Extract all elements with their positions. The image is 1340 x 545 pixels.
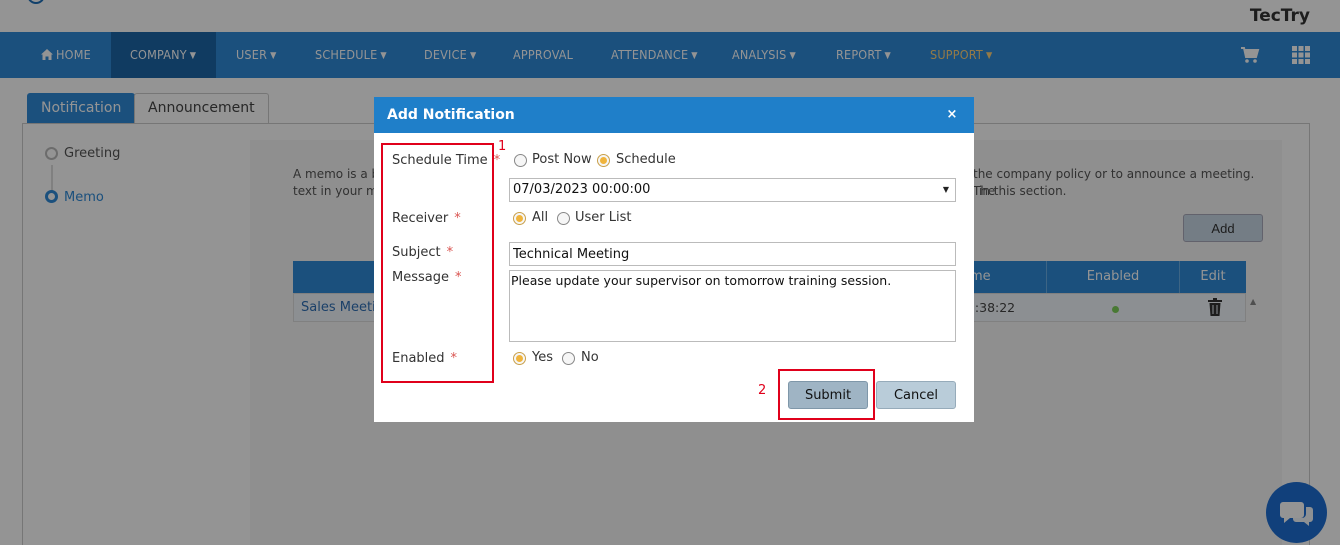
schedule-datetime-select[interactable]: 07/03/2023 00:00:00 ▼	[509, 178, 956, 202]
annotation-box-fields	[381, 143, 494, 383]
post-now-label[interactable]: Post Now	[532, 152, 592, 167]
required-mark: *	[493, 153, 501, 168]
chevron-down-icon: ▼	[942, 185, 949, 194]
add-notification-dialog: Add Notification × Schedule Time * Post N…	[374, 97, 974, 422]
annotation-box-submit	[778, 369, 875, 420]
enabled-no-label[interactable]: No	[581, 350, 599, 365]
post-now-radio[interactable]	[514, 154, 527, 167]
schedule-datetime-value: 07/03/2023 00:00:00	[513, 182, 651, 197]
receiver-all-label[interactable]: All	[532, 210, 548, 225]
dialog-title: Add Notification	[387, 107, 515, 123]
receiver-user-list-radio[interactable]	[557, 212, 570, 225]
subject-input[interactable]	[509, 242, 956, 266]
message-textarea[interactable]: Please update your supervisor on tomorro…	[509, 270, 956, 342]
receiver-user-list-label[interactable]: User List	[575, 210, 632, 225]
receiver-all-radio[interactable]	[513, 212, 526, 225]
enabled-no-radio[interactable]	[562, 352, 575, 365]
annotation-number-2: 2	[758, 383, 767, 398]
enabled-yes-label[interactable]: Yes	[532, 350, 553, 365]
cancel-button[interactable]: Cancel	[876, 381, 956, 409]
annotation-number-1: 1	[498, 139, 507, 154]
close-icon[interactable]: ×	[942, 105, 962, 125]
schedule-label[interactable]: Schedule	[616, 152, 676, 167]
schedule-radio[interactable]	[597, 154, 610, 167]
enabled-yes-radio[interactable]	[513, 352, 526, 365]
dialog-header: Add Notification ×	[374, 97, 974, 133]
